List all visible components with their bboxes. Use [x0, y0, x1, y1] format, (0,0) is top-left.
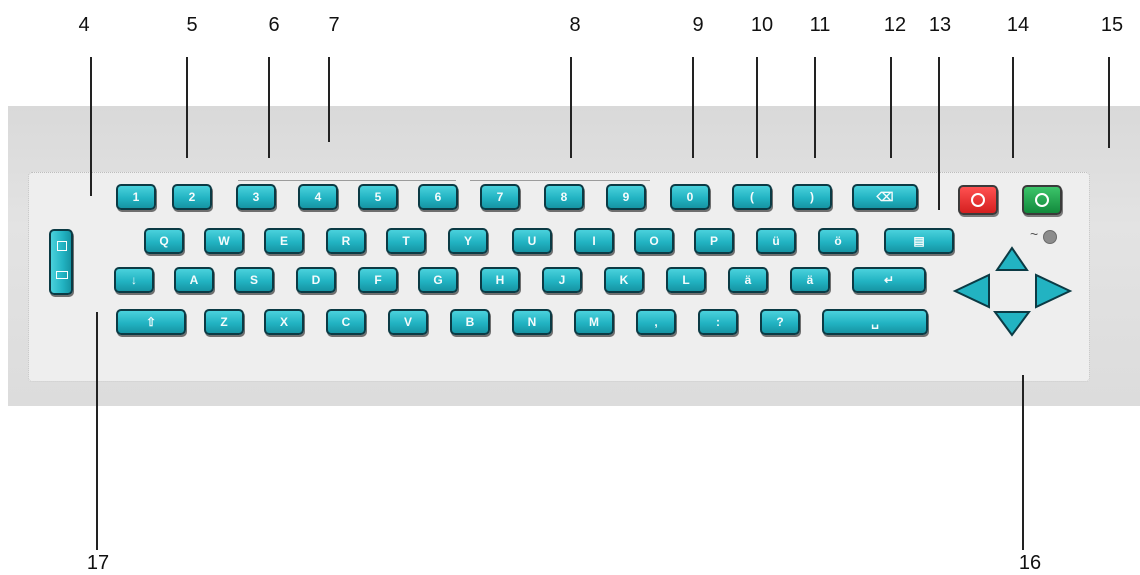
- arrow-up-icon[interactable]: [995, 246, 1029, 271]
- callout-4: 4: [78, 14, 90, 36]
- leader-line-12: [890, 57, 892, 158]
- arrow-down-icon[interactable]: [993, 311, 1031, 337]
- leader-line-7: [328, 57, 330, 142]
- callout-5: 5: [186, 14, 198, 36]
- leader-line-14: [1012, 57, 1014, 158]
- leader-line-8: [570, 57, 572, 158]
- callout-9: 9: [692, 14, 704, 36]
- leader-line-6: [268, 57, 270, 158]
- leader-line-16: [1022, 375, 1024, 550]
- leader-line-9: [692, 57, 694, 158]
- callout-13: 13: [928, 14, 952, 36]
- arrow-right-icon[interactable]: [1035, 273, 1073, 309]
- leader-line-13: [938, 57, 940, 210]
- callout-6: 6: [268, 14, 280, 36]
- leader-line-10: [756, 57, 758, 158]
- callout-11: 11: [809, 14, 831, 36]
- leader-line-4: [90, 57, 92, 196]
- callout-10: 10: [750, 14, 774, 36]
- callout-15: 15: [1100, 14, 1124, 36]
- leader-line-5: [186, 57, 188, 158]
- callout-7: 7: [328, 14, 340, 36]
- leader-line-15: [1108, 57, 1110, 148]
- arrow-left-icon[interactable]: [952, 273, 990, 309]
- leader-line-17: [96, 312, 98, 550]
- callout-17: 17: [86, 552, 110, 574]
- callout-16: 16: [1018, 552, 1042, 574]
- callout-8: 8: [569, 14, 581, 36]
- callout-12: 12: [883, 14, 907, 36]
- leader-line-11: [814, 57, 816, 158]
- callout-14: 14: [1006, 14, 1030, 36]
